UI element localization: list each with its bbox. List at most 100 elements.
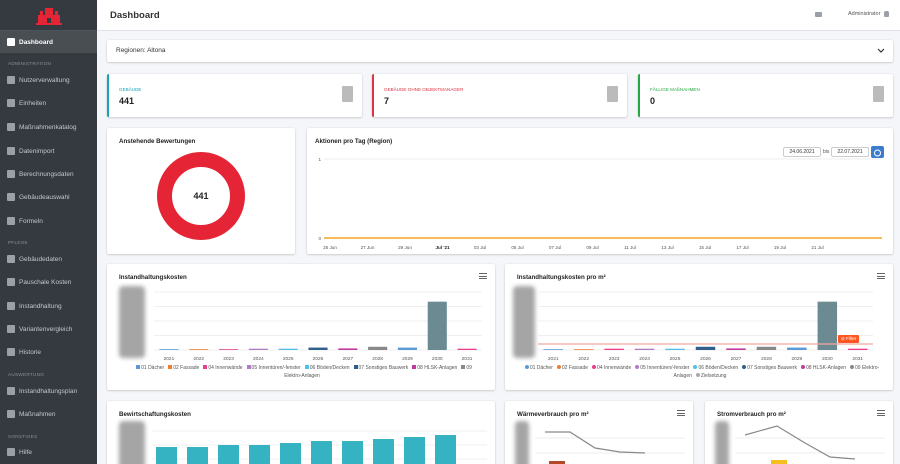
aktionen-chart: 1 025 Jun 27 Jun 29 Jun Jul '21 03 Jul 05 Jul 0… <box>318 157 882 250</box>
sidebar-item-nutzerverwaltung[interactable]: Nutzerverwaltung <box>0 69 97 91</box>
mail-icon[interactable] <box>815 12 822 17</box>
legend-swatch <box>136 365 141 369</box>
legend-swatch <box>693 365 698 369</box>
bar <box>427 301 447 350</box>
sidebar-item-instandhaltungsplan[interactable]: Instandhaltungsplan <box>0 380 97 402</box>
legend-label: 07 Sonstiges Bauwerk <box>358 365 409 371</box>
legend-swatch <box>412 365 417 369</box>
strom-bar <box>771 460 787 464</box>
cubes-icon <box>7 193 15 201</box>
x-tick-label: 17 Jul <box>736 245 748 250</box>
wrench-icon <box>7 123 15 131</box>
legend-swatch <box>850 365 854 369</box>
x-tick-label: 2023 <box>609 356 620 362</box>
code-icon <box>7 217 15 225</box>
sidebar-item-historie[interactable]: Historie <box>0 341 97 363</box>
sidebar-item-label: Dashboard <box>19 38 53 46</box>
sidebar-item-berechnungsdaten[interactable]: Berechnungsdaten <box>0 163 97 185</box>
legend-item[interactable]: 04 Innenwände <box>199 365 243 371</box>
bar <box>604 348 624 350</box>
waerme-chart <box>535 431 685 464</box>
bar-segment <box>187 447 208 464</box>
x-tick-label: 25 Jun <box>323 245 337 250</box>
sidebar: ADMINISTRATION PFLEGE AUSWERTUNG SONSTIGES D… <box>0 0 97 464</box>
sidebar-item-gebäudedaten[interactable]: Gebäudedaten <box>0 248 97 270</box>
legend-label: 05 Innentüren/-fenster <box>640 365 690 371</box>
sidebar-item-label: Datenimport <box>19 147 55 155</box>
y-tick-label: 0 <box>318 236 321 241</box>
bar <box>338 348 358 350</box>
legend-item[interactable]: 02 Fassade <box>553 365 588 371</box>
sidebar-item-formeln[interactable]: Formeln <box>0 210 97 232</box>
legend-item[interactable]: 06 Böden/Decken <box>301 365 350 371</box>
x-tick-label: 2030 <box>822 356 833 362</box>
sidebar-item-maßnahmen[interactable]: Maßnahmen <box>0 403 97 425</box>
bar-segment <box>156 447 177 464</box>
sidebar-item-gebäudeauswahl[interactable]: Gebäudeauswahl <box>0 186 97 208</box>
bewirtschaftung-card: Bewirtschaftungskosten <box>107 401 495 464</box>
sidebar-item-hilfe[interactable]: Hilfe <box>0 441 97 463</box>
legend-swatch <box>524 365 529 369</box>
x-tick-label: 2025 <box>283 356 294 362</box>
legend-item[interactable]: 05 Innentüren/-fenster <box>631 365 689 371</box>
sidebar-item-label: Formeln <box>19 217 43 225</box>
x-tick-label: 2024 <box>639 356 650 362</box>
history-icon <box>7 348 15 356</box>
sidebar-section-header: ADMINISTRATION <box>8 61 52 66</box>
sidebar-item-dashboard[interactable]: Dashboard <box>0 31 97 53</box>
sidebar-item-label: Einheiten <box>19 99 47 107</box>
legend-item[interactable]: 06 Böden/Decken <box>689 365 738 371</box>
legend-item[interactable]: 01 Dächer <box>521 365 553 371</box>
bar <box>817 301 838 350</box>
sidebar-item-einheiten[interactable]: Einheiten <box>0 92 97 114</box>
sidebar-item-pauschale-kosten[interactable]: Pauschale Kosten <box>0 271 97 293</box>
legend-item[interactable]: 04 Innenwände <box>588 365 631 371</box>
info-box-value: 0 <box>650 96 656 106</box>
x-tick-label: 2029 <box>792 356 803 362</box>
sidebar-item-label: Historie <box>19 348 42 356</box>
bar <box>573 349 594 350</box>
donut-card: Anstehende Bewertungen 441 <box>107 128 295 254</box>
user-menu[interactable]: Administrator <box>848 11 890 17</box>
calculator-icon <box>7 170 15 178</box>
legend-item[interactable]: 02 Fassade <box>164 365 199 371</box>
bar <box>756 346 777 350</box>
kosten-card: Instandhaltungskosten 2021 2022 2023 2024 20… <box>107 264 495 390</box>
bar-segment <box>373 439 394 464</box>
x-tick-label: 13 Jul <box>661 245 673 250</box>
legend-item[interactable]: 08 HLSK-Anlagen <box>408 365 457 371</box>
list-icon <box>7 99 15 107</box>
x-tick-label: 07 Jul <box>549 245 561 250</box>
x-tick-label: 09 Jul <box>586 245 598 250</box>
sidebar-item-label: Berechnungsdaten <box>19 170 74 178</box>
sidebar-item-label: Gebäudeauswahl <box>19 193 70 201</box>
legend-item[interactable]: 07 Sonstiges Bauwerk <box>738 365 797 371</box>
filter-badge[interactable]: ⊘ Filter <box>838 335 860 343</box>
region-select[interactable]: Regionen: Altona <box>107 40 893 62</box>
wrench-icon <box>7 302 15 310</box>
x-tick-label: 2029 <box>402 356 413 362</box>
building-icon <box>342 86 353 102</box>
sidebar-item-label: Variantenvergleich <box>19 325 73 333</box>
help-icon <box>7 448 15 456</box>
logo[interactable] <box>0 0 97 31</box>
legend-swatch <box>592 365 597 369</box>
sidebar-item-instandhaltung[interactable]: Instandhaltung <box>0 295 97 317</box>
legend-item[interactable]: 08 HLSK-Anlagen <box>797 365 846 371</box>
bar-segment <box>342 441 363 464</box>
bar <box>726 348 746 350</box>
legend-item[interactable]: 07 Sonstiges Bauwerk <box>350 365 409 371</box>
sidebar-item-variantenvergleich[interactable]: Variantenvergleich <box>0 318 97 340</box>
sidebar-item-label: Maßnahmen <box>19 410 56 418</box>
sidebar-item-maßnahmenkatalog[interactable]: Maßnahmenkatalog <box>0 116 97 138</box>
top-navbar: Dashboard Administrator <box>97 0 900 31</box>
legend-item[interactable]: 05 Innentüren/-fenster <box>243 365 301 371</box>
region-label: Regionen: Altona <box>116 47 166 54</box>
legend-swatch <box>695 373 700 377</box>
info-box: GEBÄUDE 441 <box>107 74 362 117</box>
sidebar-item-datenimport[interactable]: Datenimport <box>0 140 97 162</box>
legend-item[interactable]: 01 Dächer <box>132 365 164 371</box>
legend-item[interactable]: Zielsetzung <box>692 373 726 379</box>
compare-icon <box>7 325 15 333</box>
kosten-m2-card: Instandhaltungskosten pro m² 2021 2022 202… <box>505 264 893 390</box>
